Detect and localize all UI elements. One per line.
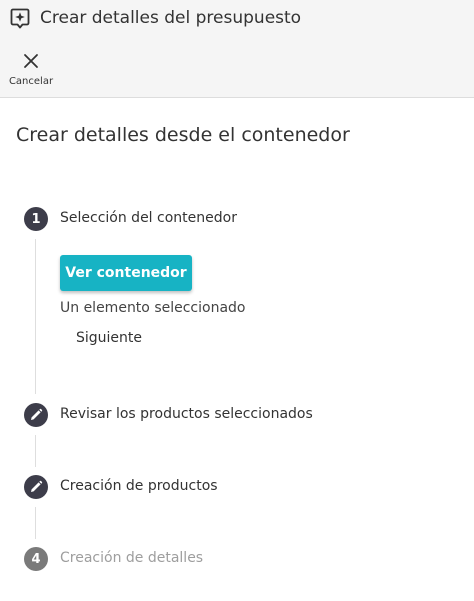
sparkle-card-icon [9, 7, 31, 29]
selection-count-text: Un elemento seleccionado [60, 300, 246, 316]
step-connector [35, 435, 36, 467]
step-4-label: Creación de detalles [60, 550, 204, 566]
step-4-number-badge: 4 [24, 547, 48, 571]
step-2-label: Revisar los productos seleccionados [60, 406, 313, 422]
cancel-button-label: Cancelar [8, 76, 54, 87]
page-title: Crear detalles desde el contenedor [16, 124, 350, 146]
step-2-edit-badge [24, 403, 48, 427]
step-1-number-badge: 1 [24, 207, 48, 231]
next-button[interactable]: Siguiente [66, 325, 152, 351]
step-1-label: Selección del contenedor [60, 210, 237, 226]
step-connector [35, 239, 36, 394]
close-icon [22, 52, 40, 70]
page-header-title: Crear detalles del presupuesto [40, 8, 302, 28]
header-bar: Crear detalles del presupuesto Cancelar [0, 0, 474, 98]
step-3-edit-badge [24, 475, 48, 499]
step-3-label: Creación de productos [60, 478, 218, 494]
header-title-row: Crear detalles del presupuesto [9, 7, 301, 29]
step-connector [35, 507, 36, 539]
pencil-icon [31, 480, 43, 492]
cancel-button[interactable]: Cancelar [6, 50, 56, 92]
view-container-button[interactable]: Ver contenedor [60, 255, 192, 291]
pencil-icon [31, 408, 43, 420]
